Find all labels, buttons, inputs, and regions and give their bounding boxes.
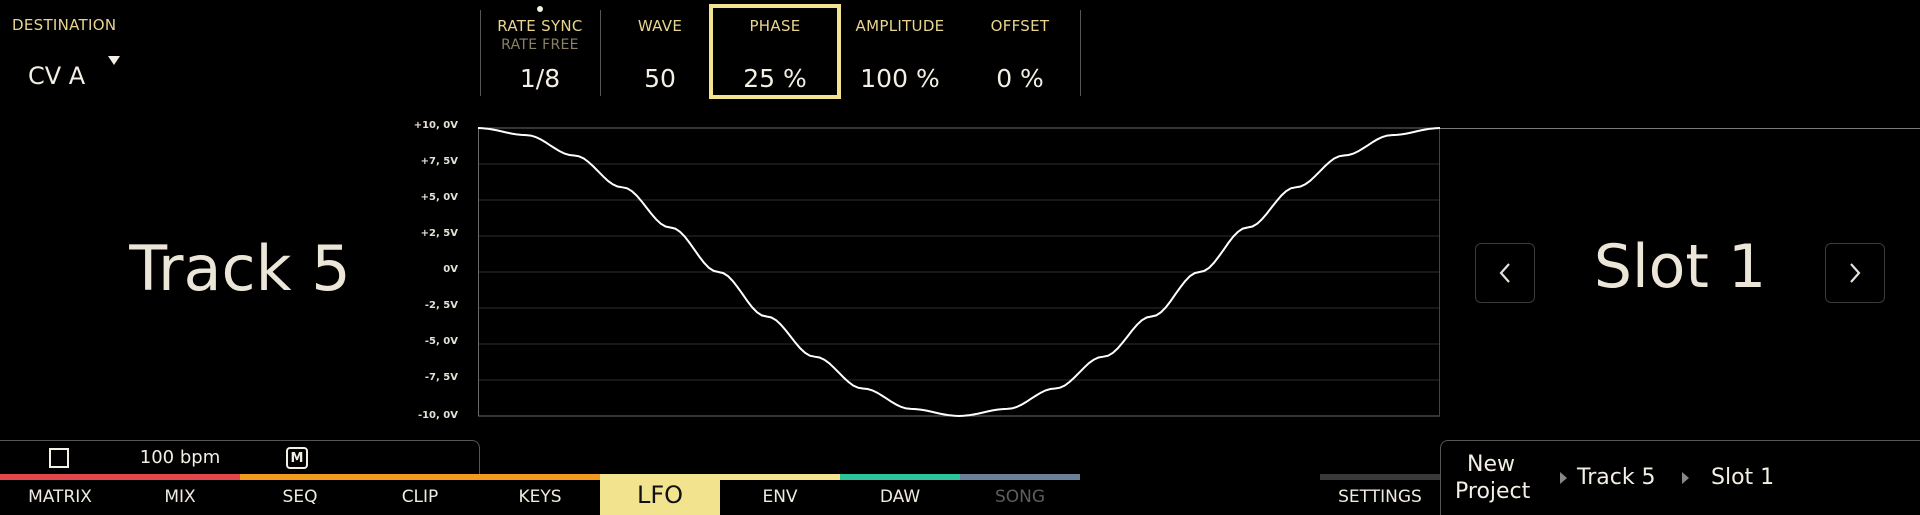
wave-label: WAVE <box>637 17 683 35</box>
sync-dot-icon <box>537 6 543 12</box>
tempo-display[interactable]: 100 bpm <box>120 447 240 468</box>
separator <box>600 10 601 96</box>
chevron-left-icon <box>1499 263 1510 283</box>
tab-env[interactable]: ENV <box>720 478 840 515</box>
offset-label: OFFSET <box>990 17 1050 35</box>
amplitude-label: AMPLITUDE <box>855 17 945 35</box>
offset-value: 0 % <box>996 64 1044 93</box>
tab-matrix[interactable]: MATRIX <box>0 478 120 515</box>
y-tick-label: +7, 5V <box>420 156 458 167</box>
y-tick-label: -7, 5V <box>424 372 458 383</box>
rate-value: 1/8 <box>519 64 561 93</box>
amplitude-value: 100 % <box>860 64 940 93</box>
destination-label: DESTINATION <box>12 16 117 34</box>
destination-select[interactable]: CV A <box>28 56 128 98</box>
tab-keys[interactable]: KEYS <box>480 478 600 515</box>
param-offset[interactable]: OFFSET 0 % <box>970 4 1070 99</box>
y-tick-label: -5, 0V <box>424 336 458 347</box>
y-tick-label: -2, 5V <box>424 300 458 311</box>
breadcrumb-separator-icon <box>1682 472 1689 484</box>
breadcrumb-separator-icon <box>1560 472 1567 484</box>
param-wave[interactable]: WAVE 50 <box>610 4 710 99</box>
wave-value: 50 <box>644 64 676 93</box>
y-tick-label: +5, 0V <box>420 192 458 203</box>
tab-settings[interactable]: SETTINGS <box>1320 478 1440 515</box>
destination-value: CV A <box>28 62 86 90</box>
phase-label: PHASE <box>749 17 801 35</box>
y-tick-label: 0V <box>443 264 458 275</box>
next-slot-button[interactable] <box>1825 243 1885 303</box>
tab-clip[interactable]: CLIP <box>360 478 480 515</box>
chevron-right-icon <box>1850 263 1861 283</box>
prev-slot-button[interactable] <box>1475 243 1535 303</box>
chart-grid <box>478 127 1440 417</box>
metronome-button[interactable]: M <box>286 447 308 469</box>
metronome-m-label: M <box>290 450 304 466</box>
tab-mix[interactable]: MIX <box>120 478 240 515</box>
y-tick-label: +2, 5V <box>420 228 458 239</box>
y-tick-label: -10, 0V <box>417 410 458 421</box>
transport-bar <box>0 440 480 474</box>
rate-sync-label: RATE SYNC <box>497 17 583 35</box>
stop-button[interactable] <box>49 448 69 468</box>
separator <box>480 10 481 96</box>
y-tick-label: +10, 0V <box>413 120 458 131</box>
tab-lfo[interactable]: LFO <box>600 474 720 515</box>
tab-seq[interactable]: SEQ <box>240 478 360 515</box>
breadcrumb-track[interactable]: Track 5 <box>1577 465 1656 490</box>
separator <box>1080 10 1081 96</box>
tab-daw[interactable]: DAW <box>840 478 960 515</box>
param-rate-sync[interactable]: RATE SYNC RATE FREE 1/8 <box>490 4 590 99</box>
breadcrumb-slot[interactable]: Slot 1 <box>1711 465 1774 490</box>
param-phase[interactable]: PHASE 25 % <box>709 4 841 99</box>
lfo-waveform-chart[interactable] <box>478 120 1440 424</box>
breadcrumb: New Project Track 5 Slot 1 <box>1440 440 1920 515</box>
breadcrumb-project[interactable]: New Project <box>1455 451 1530 505</box>
slot-title: Slot 1 <box>1593 232 1767 302</box>
reference-line <box>1440 128 1920 129</box>
rate-free-label: RATE FREE <box>501 37 579 53</box>
param-amplitude[interactable]: AMPLITUDE 100 % <box>850 4 950 99</box>
phase-value: 25 % <box>743 64 807 93</box>
tab-song[interactable]: SONG <box>960 478 1080 515</box>
dropdown-triangle-icon <box>108 56 120 65</box>
